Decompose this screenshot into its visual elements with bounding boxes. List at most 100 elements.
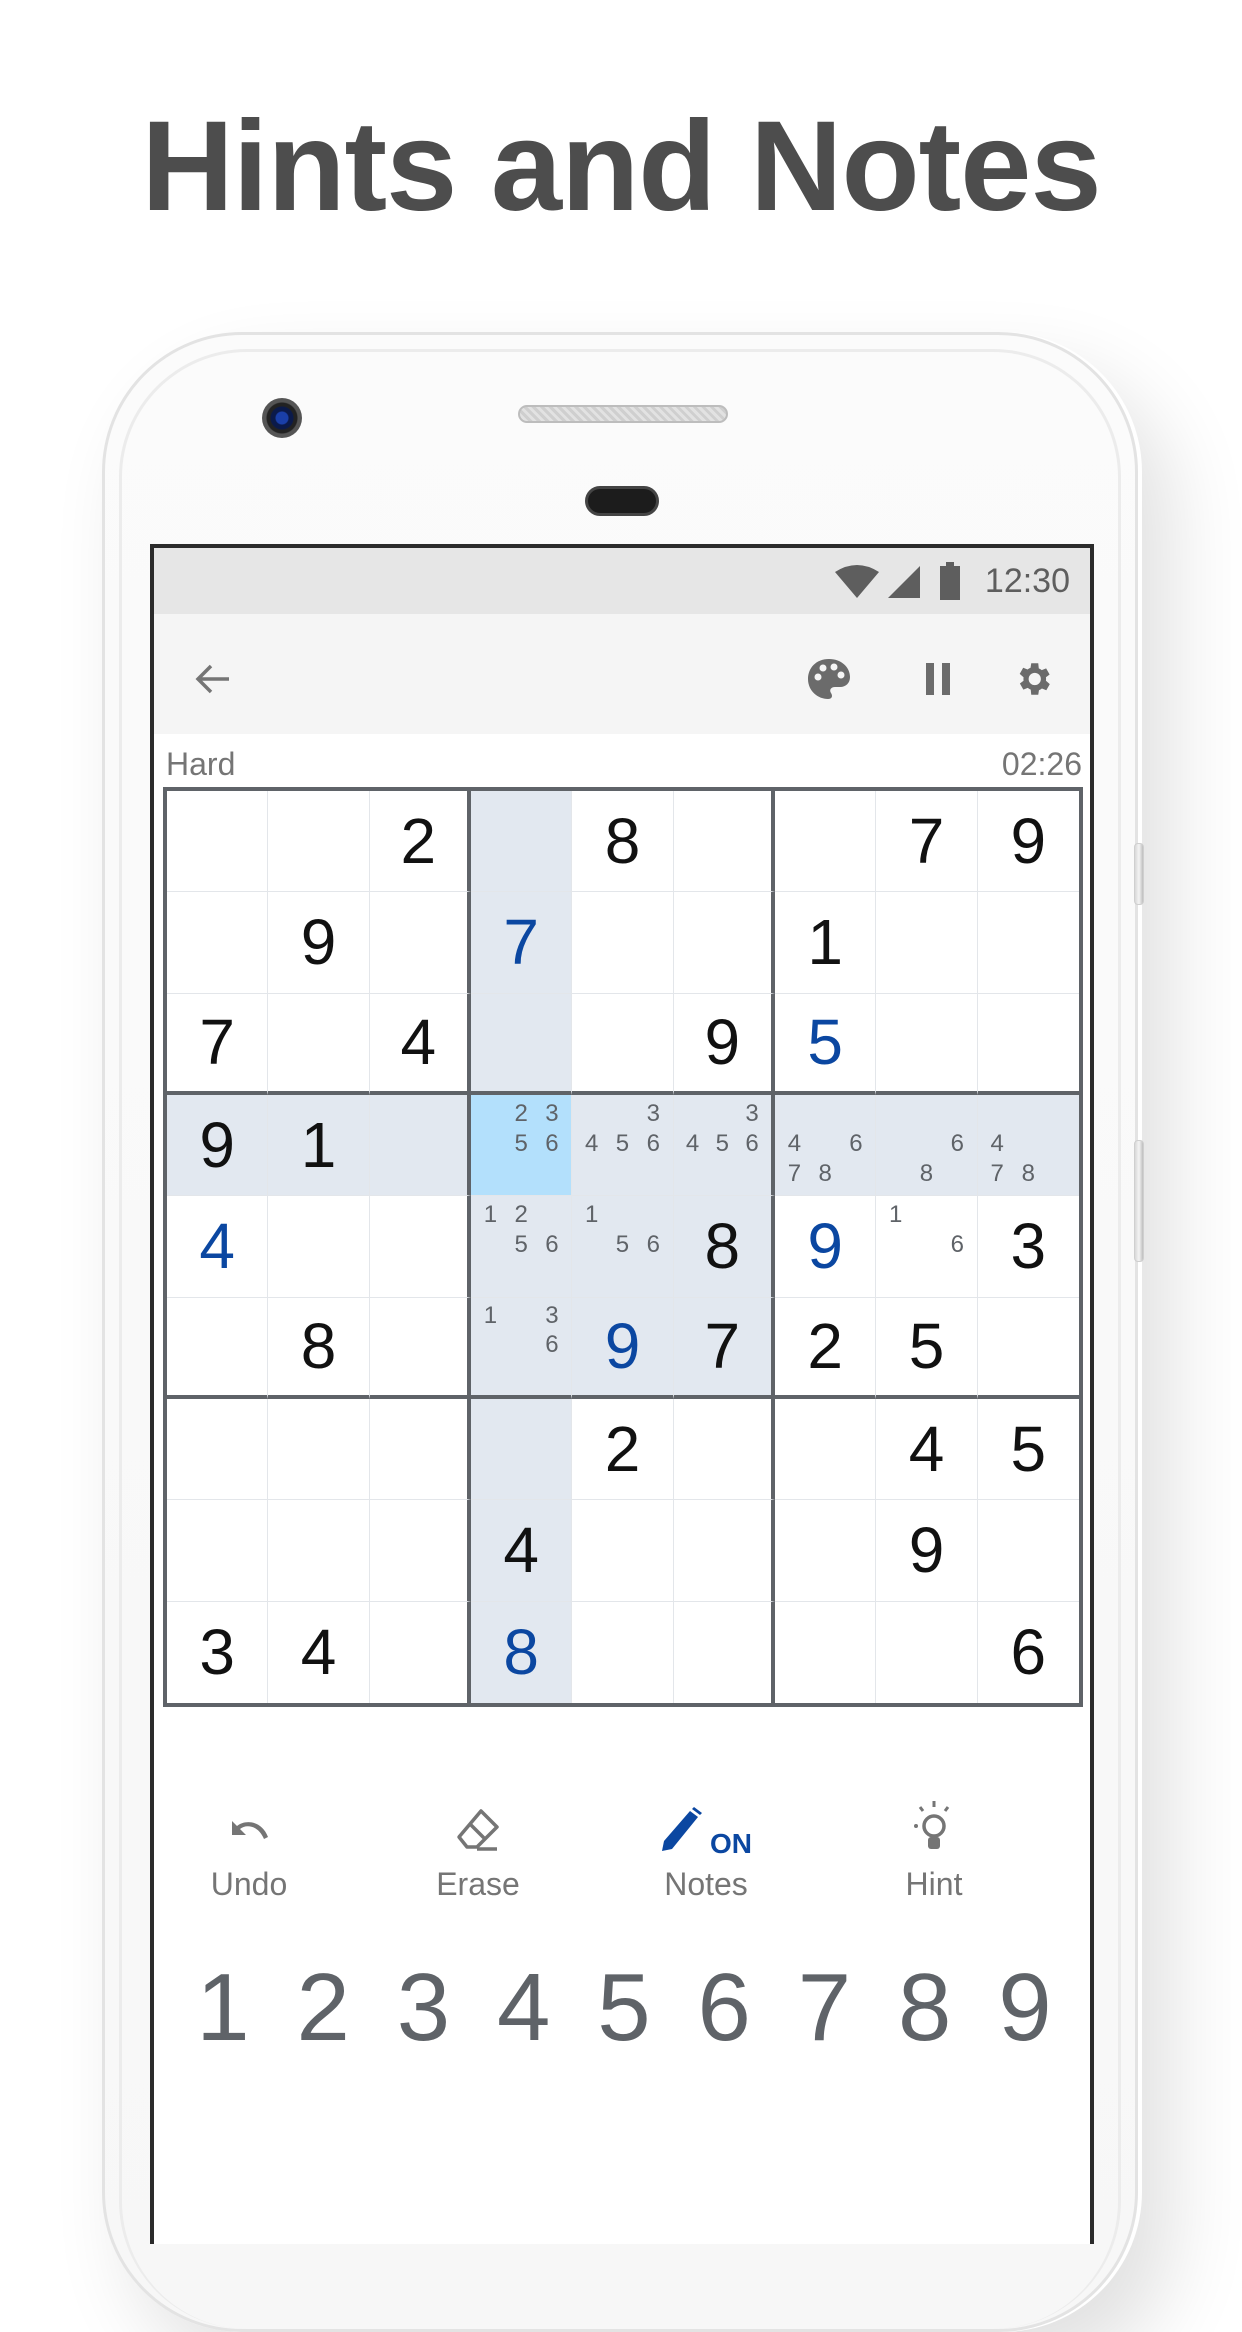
sudoku-cell[interactable]: 9	[268, 892, 370, 994]
number-key[interactable]: 2	[278, 1948, 368, 2068]
sudoku-cell[interactable]	[977, 1297, 1079, 1399]
sudoku-cell[interactable]: 5	[977, 1399, 1079, 1501]
sudoku-cell[interactable]: 3 456	[572, 1095, 674, 1197]
sudoku-cell[interactable]	[572, 892, 674, 994]
sudoku-cell[interactable]: 3	[167, 1601, 269, 1703]
number-key[interactable]: 3	[379, 1948, 469, 2068]
sudoku-cell[interactable]	[167, 1500, 269, 1602]
sudoku-cell[interactable]	[775, 1399, 877, 1501]
sudoku-cell[interactable]: 9	[673, 993, 775, 1095]
sudoku-cell[interactable]: 4	[471, 1500, 573, 1602]
sudoku-cell[interactable]	[673, 892, 775, 994]
sudoku-cell[interactable]	[167, 1297, 269, 1399]
sudoku-cell[interactable]: 8	[673, 1196, 775, 1298]
sudoku-cell[interactable]: 16	[876, 1196, 978, 1298]
sudoku-cell[interactable]: 8	[572, 791, 674, 893]
sudoku-cell[interactable]	[471, 1399, 573, 1501]
sudoku-cell[interactable]	[369, 1601, 471, 1703]
number-key[interactable]: 1	[178, 1948, 268, 2068]
sudoku-cell[interactable]	[977, 993, 1079, 1095]
sudoku-cell[interactable]: 4	[369, 993, 471, 1095]
sudoku-cell[interactable]	[775, 791, 877, 893]
undo-button[interactable]: Undo	[154, 1798, 349, 1903]
sudoku-cell[interactable]	[572, 1500, 674, 1602]
sudoku-cell[interactable]	[167, 791, 269, 893]
sudoku-cell[interactable]: 2	[775, 1297, 877, 1399]
arrow-left-icon[interactable]	[190, 656, 236, 702]
pause-icon[interactable]	[915, 656, 961, 702]
sudoku-cell[interactable]: 3 456	[673, 1095, 775, 1197]
sudoku-cell[interactable]: 7	[471, 892, 573, 994]
sudoku-cell[interactable]: 2	[572, 1399, 674, 1501]
sudoku-cell[interactable]	[876, 892, 978, 994]
sudoku-cell[interactable]	[369, 1297, 471, 1399]
sudoku-cell[interactable]	[369, 1095, 471, 1197]
sudoku-cell[interactable]	[673, 791, 775, 893]
sudoku-cell[interactable]	[977, 892, 1079, 994]
sudoku-cell[interactable]	[876, 993, 978, 1095]
number-key[interactable]: 8	[880, 1948, 970, 2068]
sudoku-cell[interactable]: 8	[471, 1601, 573, 1703]
sudoku-cell[interactable]	[268, 1196, 370, 1298]
number-key[interactable]: 4	[479, 1948, 569, 2068]
sudoku-cell[interactable]	[471, 993, 573, 1095]
sudoku-cell[interactable]	[268, 791, 370, 893]
sudoku-cell[interactable]	[369, 892, 471, 994]
sudoku-cell[interactable]: 3	[977, 1196, 1079, 1298]
sudoku-cell[interactable]	[167, 1399, 269, 1501]
given-digit: 9	[300, 906, 337, 979]
sudoku-cell[interactable]: 6	[977, 1601, 1079, 1703]
sudoku-cell[interactable]	[775, 1500, 877, 1602]
sudoku-cell[interactable]: 2	[369, 791, 471, 893]
sudoku-cell[interactable]: 7	[673, 1297, 775, 1399]
sudoku-cell[interactable]	[572, 1601, 674, 1703]
sudoku-cell[interactable]	[673, 1601, 775, 1703]
sudoku-cell[interactable]	[673, 1500, 775, 1602]
sudoku-cell[interactable]: 8	[268, 1297, 370, 1399]
sudoku-cell[interactable]: 5	[775, 993, 877, 1095]
number-key[interactable]: 7	[780, 1948, 870, 2068]
number-key[interactable]: 9	[980, 1948, 1070, 2068]
palette-icon[interactable]	[806, 656, 852, 702]
number-key[interactable]: 6	[679, 1948, 769, 2068]
sudoku-cell[interactable]: 7	[167, 993, 269, 1095]
number-key[interactable]: 5	[579, 1948, 669, 2068]
sudoku-cell[interactable]	[775, 1601, 877, 1703]
gear-icon[interactable]	[1010, 656, 1056, 702]
sudoku-cell[interactable]: 4	[876, 1399, 978, 1501]
sudoku-cell[interactable]	[471, 791, 573, 893]
sudoku-cell[interactable]: 4 6 78	[775, 1095, 877, 1197]
sudoku-cell[interactable]: 2356	[471, 1095, 573, 1197]
sudoku-cell[interactable]	[369, 1196, 471, 1298]
sudoku-cell[interactable]	[673, 1399, 775, 1501]
sudoku-cell[interactable]: 68	[876, 1095, 978, 1197]
sudoku-cell[interactable]	[167, 892, 269, 994]
sudoku-cell[interactable]: 1	[268, 1095, 370, 1197]
sudoku-cell[interactable]	[268, 1399, 370, 1501]
sudoku-cell[interactable]	[876, 1601, 978, 1703]
hint-button[interactable]: Hint	[834, 1798, 1034, 1903]
notes-toggle-button[interactable]: ON Notes	[606, 1798, 806, 1903]
sudoku-cell[interactable]: 156	[572, 1196, 674, 1298]
sudoku-cell[interactable]: 4	[167, 1196, 269, 1298]
sudoku-cell[interactable]: 9	[876, 1500, 978, 1602]
sudoku-cell[interactable]: 9	[775, 1196, 877, 1298]
sudoku-cell[interactable]: 9	[167, 1095, 269, 1197]
sudoku-cell[interactable]: 1 36	[471, 1297, 573, 1399]
sudoku-cell[interactable]: 1	[775, 892, 877, 994]
sudoku-cell[interactable]: 7	[876, 791, 978, 893]
sudoku-cell[interactable]	[572, 993, 674, 1095]
sudoku-cell[interactable]: 9	[977, 791, 1079, 893]
sudoku-cell[interactable]	[369, 1500, 471, 1602]
sudoku-cell[interactable]	[268, 993, 370, 1095]
sudoku-cell[interactable]: 5	[876, 1297, 978, 1399]
sudoku-cell[interactable]: 1256	[471, 1196, 573, 1298]
given-digit: 7	[199, 1006, 235, 1079]
sudoku-cell[interactable]: 4	[268, 1601, 370, 1703]
sudoku-cell[interactable]	[369, 1399, 471, 1501]
erase-button[interactable]: Erase	[378, 1798, 578, 1903]
sudoku-cell[interactable]: 478	[977, 1095, 1079, 1197]
sudoku-cell[interactable]	[977, 1500, 1079, 1602]
sudoku-cell[interactable]	[268, 1500, 370, 1602]
sudoku-cell[interactable]: 9	[572, 1297, 674, 1399]
